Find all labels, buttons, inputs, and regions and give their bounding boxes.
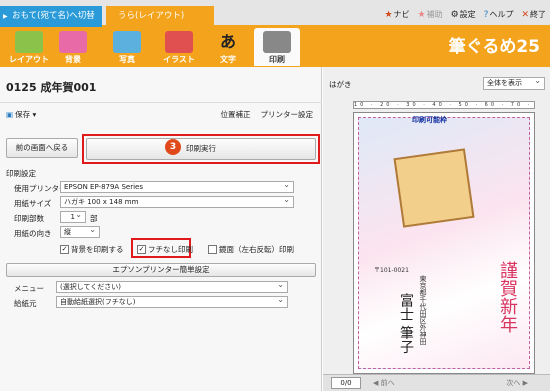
feed-label: 給紙元 (14, 299, 37, 308)
step-badge: 3 (165, 139, 181, 155)
sender-name: 富士 筆子 (398, 293, 414, 354)
gear-icon: ⚙ (450, 9, 459, 20)
menu-select[interactable]: (選択してください) (56, 280, 288, 293)
toolbar-layout[interactable]: レイアウト (6, 28, 52, 66)
printer-label: 使用プリンター (14, 184, 67, 193)
postcard-preview: 印刷可能枠 謹賀新年 富士 筆子 〒101-0021 東京都千代田区外神田 (353, 112, 535, 374)
ema-illustration (393, 148, 475, 228)
printer-settings-link[interactable]: プリンター設定 (261, 109, 314, 120)
sender-address: 東京都千代田区外神田 (419, 275, 427, 345)
postal-code: 〒101-0021 (374, 267, 409, 274)
next-page-button[interactable]: 次へ ▶ (506, 378, 528, 388)
borderless-checkbox[interactable]: ✓ フチなし印刷 (137, 244, 193, 255)
help-icon: ? (483, 9, 489, 20)
top-bar: おもて(宛て名)へ切替 うら(レイアウト) ★ナビ ★補助 ⚙設定 ?ヘルプ ✕… (0, 0, 550, 27)
help-menu[interactable]: ?ヘルプ (484, 9, 514, 20)
printer-select[interactable]: EPSON EP-879A Series (60, 180, 294, 193)
checkbox-checked: ✓ (60, 245, 69, 254)
toolbar-photo-label: 写真 (119, 55, 135, 64)
back-button[interactable]: 前の画面へ戻る (6, 138, 78, 158)
main-toolbar: レイアウト 背景 写真 イラスト あ文字 印刷 筆ぐるめ25 (0, 27, 550, 67)
settings-label: 設定 (459, 9, 476, 19)
toolbar-illust[interactable]: イラスト (156, 28, 202, 66)
size-label: 用紙サイズ (14, 199, 52, 208)
next-label: 次へ (506, 379, 521, 387)
preview-label: はがき (329, 80, 352, 89)
epson-settings-header[interactable]: エプソンプリンター簡単設定 (6, 263, 316, 277)
assist-label: 補助 (426, 9, 443, 19)
checkbox-checked: ✓ (137, 245, 146, 254)
assist-menu[interactable]: ★補助 (418, 9, 443, 20)
orientation-label: 用紙の向き (14, 229, 52, 238)
save-icon: ▣ (6, 110, 14, 119)
divider (0, 102, 322, 103)
feed-select[interactable]: 自動給紙選択(フチなし) (56, 295, 288, 308)
save-button[interactable]: ▣ 保存 ▾ (6, 109, 36, 120)
close-icon: ✕ (521, 9, 529, 20)
save-label: 保存 (15, 110, 31, 119)
toolbar-print-label: 印刷 (269, 55, 285, 64)
toolbar-background[interactable]: 背景 (50, 28, 96, 66)
print-settings-heading: 印刷設定 (6, 169, 36, 178)
app-logo: 筆ぐるめ25 (448, 37, 540, 57)
star-icon: ★ (417, 9, 426, 20)
prev-page-button[interactable]: ◀ 前へ (373, 378, 395, 388)
prev-label: 前へ (380, 379, 395, 387)
checkbox-unchecked (208, 245, 217, 254)
bg-print-checkbox[interactable]: ✓ 背景を印刷する (60, 244, 124, 255)
mirror-checkbox[interactable]: 鏡面（左右反転）印刷 (208, 244, 294, 255)
printable-area-label: 印刷可能枠 (412, 116, 447, 124)
copies-unit: 部 (90, 214, 98, 223)
copies-stepper[interactable]: 1 (60, 210, 86, 223)
background-icon (59, 31, 87, 53)
toolbar-illust-label: イラスト (163, 55, 195, 64)
print-panel: 0125 成年賀001 ▣ 保存 ▾ 位置補正 プリンター設定 前の画面へ戻る 印… (0, 67, 322, 391)
size-select[interactable]: ハガキ 100 x 148 mm (60, 195, 294, 208)
photo-icon (113, 31, 141, 53)
tab-front[interactable]: おもて(宛て名)へ切替 (0, 6, 102, 27)
printer-icon (263, 31, 291, 53)
toolbar-text[interactable]: あ文字 (205, 28, 251, 66)
toolbar-photo[interactable]: 写真 (104, 28, 150, 66)
toolbar-background-label: 背景 (65, 55, 81, 64)
top-menu: ★ナビ ★補助 ⚙設定 ?ヘルプ ✕終了 (384, 6, 546, 22)
page-counter: 0/0 (331, 377, 361, 389)
menu-label: メニュー (14, 284, 44, 293)
toolbar-text-label: 文字 (220, 55, 236, 64)
help-label: ヘルプ (489, 9, 514, 19)
exit-label: 終了 (530, 9, 546, 19)
star-icon: ★ (384, 9, 393, 20)
zoom-select[interactable]: 全体を表示 (483, 76, 545, 90)
print-execute-button[interactable]: 印刷実行 (86, 138, 316, 160)
orientation-select[interactable]: 縦 (60, 225, 100, 238)
text-icon: あ (214, 31, 242, 53)
bg-print-label: 背景を印刷する (71, 245, 124, 254)
borderless-label: フチなし印刷 (148, 245, 193, 254)
navi-menu[interactable]: ★ナビ (384, 9, 409, 20)
exit-menu[interactable]: ✕終了 (521, 9, 546, 20)
greeting-text: 謹賀新年 (497, 261, 518, 333)
panel-links: 位置補正 プリンター設定 (221, 109, 314, 120)
toolbar-print[interactable]: 印刷 (254, 28, 300, 66)
settings-menu[interactable]: ⚙設定 (451, 9, 476, 20)
tab-back[interactable]: うら(レイアウト) (106, 6, 214, 27)
navi-label: ナビ (393, 9, 410, 19)
preview-footer: 0/0 ◀ 前へ 次へ ▶ (323, 374, 550, 391)
position-adjust-link[interactable]: 位置補正 (221, 109, 251, 120)
illust-icon (165, 31, 193, 53)
copies-label: 印刷部数 (14, 214, 44, 223)
page-title: 0125 成年賀001 (6, 81, 97, 94)
toolbar-layout-label: レイアウト (9, 55, 49, 64)
preview-panel: はがき 全体を表示 10 · 20 · 30 · 40 · 50 · 60 · … (323, 67, 550, 391)
mirror-label: 鏡面（左右反転）印刷 (219, 245, 294, 254)
layout-icon (15, 31, 43, 53)
ruler: 10 · 20 · 30 · 40 · 50 · 60 · 70 · 80 · … (353, 101, 535, 109)
